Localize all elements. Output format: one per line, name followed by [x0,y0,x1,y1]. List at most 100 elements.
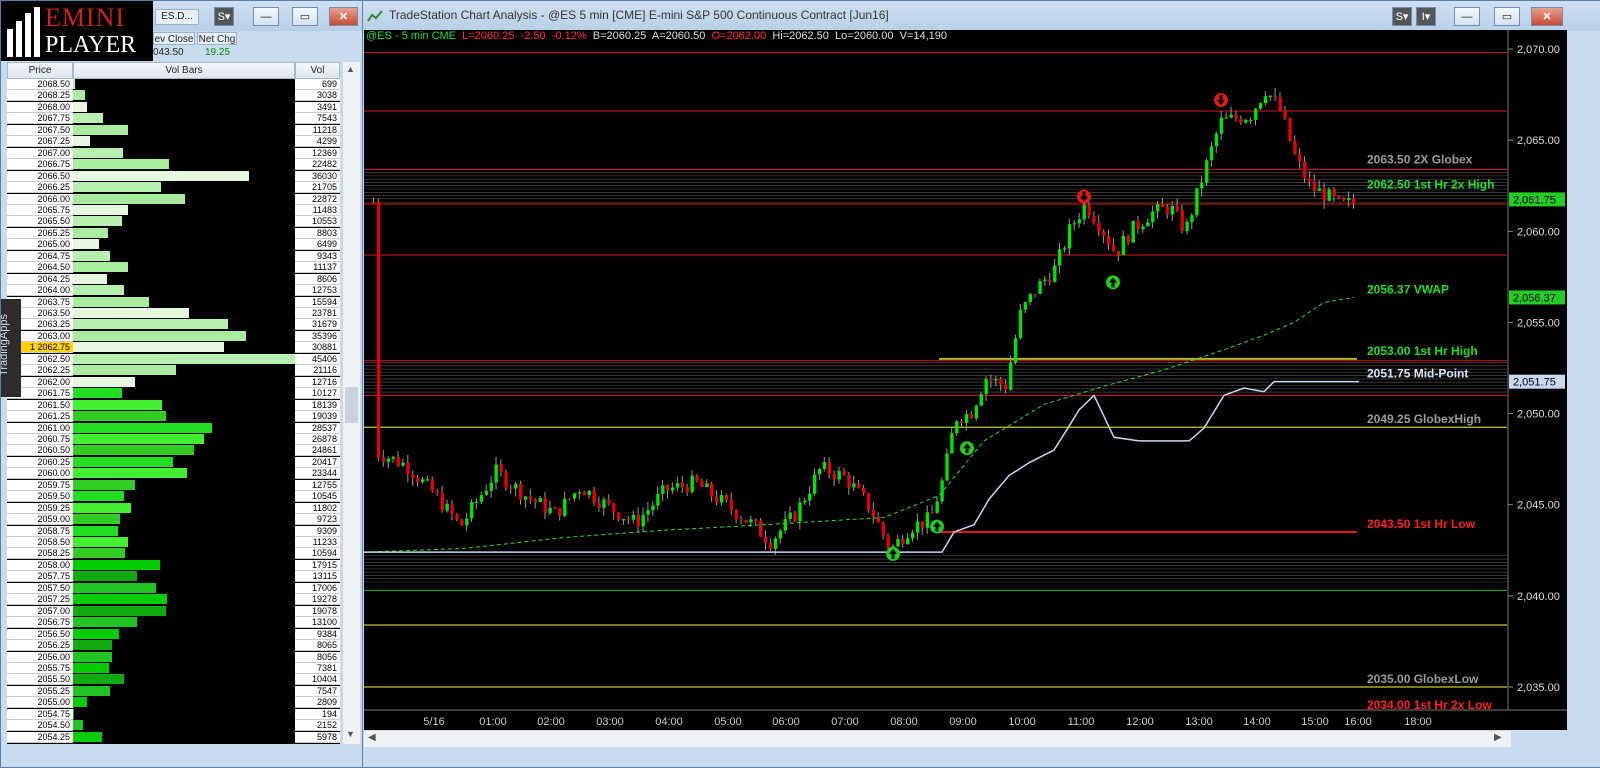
ladder-price-cell[interactable]: 2068.00 [7,101,73,113]
ladder-row[interactable]: 2066.75 22482 [7,159,340,171]
ladder-row[interactable]: 2068.25 3038 [7,90,340,102]
ladder-row[interactable]: 2068.50 699 [7,79,340,90]
hscroll-right-icon[interactable]: ▶ [1494,732,1502,743]
ladder-row[interactable]: 2068.00 3491 [7,101,340,113]
ladder-price-cell[interactable]: 2064.50 [7,262,73,274]
ladder-row[interactable]: 2056.25 8065 [7,640,340,652]
ladder-row[interactable]: 2054.75 194 [7,708,340,720]
ladder-price-cell[interactable]: 2061.50 [7,399,73,411]
ladder-price-cell[interactable]: 2059.75 [7,479,73,491]
ladder-price-cell[interactable]: 2055.75 [7,662,73,674]
scroll-thumb[interactable] [345,387,358,423]
ladder-price-cell[interactable]: 2055.00 [7,697,73,709]
ladder-price-cell[interactable]: 2067.75 [7,113,73,125]
ladder-row[interactable]: 2059.25 11802 [7,502,340,514]
chart-hscrollbar[interactable]: ◀ ▶ [364,730,1511,747]
ladder-price-cell[interactable]: 2068.25 [7,90,73,102]
ladder-row[interactable]: 2061.25 19039 [7,411,340,423]
ladder-row[interactable]: 2065.75 11483 [7,204,340,216]
ladder-row[interactable]: 2063.50 23781 [7,308,340,319]
ladder-price-cell[interactable]: 2057.00 [7,605,73,617]
chart-minimize-button[interactable]: — [1454,7,1480,26]
ladder-row[interactable]: 2058.25 10594 [7,548,340,560]
ladder-row[interactable]: 2055.50 10404 [7,674,340,686]
ladder-row[interactable]: 2054.50 2152 [7,720,340,732]
ladder-row[interactable]: 2064.75 9343 [7,250,340,262]
scroll-down-icon[interactable]: ▼ [346,729,355,739]
ladder-price-cell[interactable]: 2057.50 [7,582,73,594]
ladder-row[interactable]: 2059.00 9723 [7,514,340,526]
chart-close-button[interactable]: ✕ [1531,7,1563,26]
hscroll-left-icon[interactable]: ◀ [368,732,376,743]
ladder-price-cell[interactable]: 2067.00 [7,147,73,159]
ladder-row[interactable]: 2059.75 12755 [7,479,340,491]
ladder-row[interactable]: 2067.50 11218 [7,124,340,136]
ladder-row[interactable]: 2055.00 2809 [7,697,340,709]
ladder-row[interactable]: 2067.25 4299 [7,136,340,148]
scroll-up-icon[interactable]: ▲ [346,64,355,74]
ladder-row[interactable]: 2055.25 7547 [7,685,340,697]
ladder-price-cell[interactable]: 2065.75 [7,204,73,216]
ladder-row[interactable]: 2067.75 7543 [7,113,340,125]
ladder-price-cell[interactable]: 2065.50 [7,216,73,228]
ladder-price-cell[interactable]: 2055.50 [7,674,73,686]
ladder-row[interactable]: 2066.00 22872 [7,193,340,205]
ladder-price-cell[interactable]: 2059.50 [7,491,73,503]
ladder-price-cell[interactable]: 2067.25 [7,136,73,148]
ladder-row[interactable]: 2058.00 17915 [7,559,340,571]
chart-symbol-link-button[interactable]: S▾ [1392,7,1412,26]
ladder-price-cell[interactable]: 2054.75 [7,708,73,720]
ladder-price-cell[interactable]: 2055.25 [7,685,73,697]
ladder-scrollbar[interactable]: ▲ ▼ [342,62,360,744]
ladder-price-cell[interactable]: 2058.75 [7,525,73,537]
ladder-row[interactable]: 2056.50 9384 [7,628,340,640]
ladder-price-cell[interactable]: 2065.00 [7,239,73,251]
ladder-row[interactable]: 2057.00 19078 [7,605,340,617]
ladder-price-cell[interactable]: 2061.25 [7,411,73,423]
symbol-link-button[interactable]: S▾ [214,7,234,26]
ladder-row[interactable]: 2062.00 12716 [7,376,340,388]
ladder-price-cell[interactable]: 2060.50 [7,445,73,457]
ladder-row[interactable]: 2056.75 13100 [7,617,340,629]
ladder-price-cell[interactable]: 2060.75 [7,433,73,445]
maximize-button[interactable]: ▭ [292,7,318,26]
ladder-row[interactable]: 2064.00 12753 [7,285,340,297]
ladder-price-cell[interactable]: 2057.75 [7,571,73,583]
ladder-price-cell[interactable]: 2054.50 [7,720,73,732]
close-button[interactable]: ✕ [329,7,358,26]
ladder-price-cell[interactable]: 2056.50 [7,628,73,640]
ladder-row[interactable]: 2061.50 18139 [7,399,340,411]
col-volbars-header[interactable]: Vol Bars [73,62,295,79]
ladder-row[interactable]: 2057.75 13115 [7,571,340,583]
ladder-price-cell[interactable]: 2059.25 [7,502,73,514]
ladder-row[interactable]: 2055.75 7381 [7,662,340,674]
ladder-price-cell[interactable]: 2065.25 [7,227,73,239]
ladder-row[interactable]: 2064.50 11137 [7,262,340,274]
ladder-price-cell[interactable]: 2066.00 [7,193,73,205]
ladder-price-cell[interactable]: 2064.25 [7,273,73,285]
ladder-row[interactable]: 2059.50 10545 [7,491,340,503]
ladder-price-cell[interactable]: 2066.50 [7,170,73,182]
ladder-row[interactable]: 2060.00 23344 [7,468,340,480]
chart-interval-button[interactable]: I▾ [1416,7,1436,26]
col-price-header[interactable]: Price [7,62,73,79]
ladder-row[interactable]: 2065.50 10553 [7,216,340,228]
ladder-row[interactable]: 2065.25 8803 [7,227,340,239]
ladder-price-cell[interactable]: 2067.50 [7,124,73,136]
ladder-price-cell[interactable]: 2059.00 [7,514,73,526]
ladder-price-cell[interactable]: 2066.25 [7,182,73,194]
minimize-button[interactable]: — [253,7,279,26]
ladder-price-cell[interactable]: 2056.75 [7,617,73,629]
ladder-price-cell[interactable]: 2066.75 [7,159,73,171]
ladder-price-cell[interactable]: 2061.00 [7,422,73,434]
ladder-row[interactable]: 2061.75 10127 [7,388,340,400]
ladder-row[interactable]: 2067.00 12369 [7,147,340,159]
ladder-row[interactable]: 2063.00 35396 [7,330,340,342]
tradingapps-side-tab[interactable]: TradingApps [0,299,21,397]
ladder-price-cell[interactable]: 2054.25 [7,731,73,743]
ladder-row[interactable]: 2063.25 31679 [7,319,340,331]
ladder-price-cell[interactable]: 2060.25 [7,456,73,468]
ladder-row[interactable]: 2063.75 15594 [7,296,340,308]
ladder-table[interactable]: 2068.50 699 2068.25 3038 2068.00 3491 2067.75 7… [7,79,340,744]
price-chart[interactable]: 5/16 01:00 02:00 03:00 04:00 05:00 06:00 07:00 0… [364,30,1567,730]
